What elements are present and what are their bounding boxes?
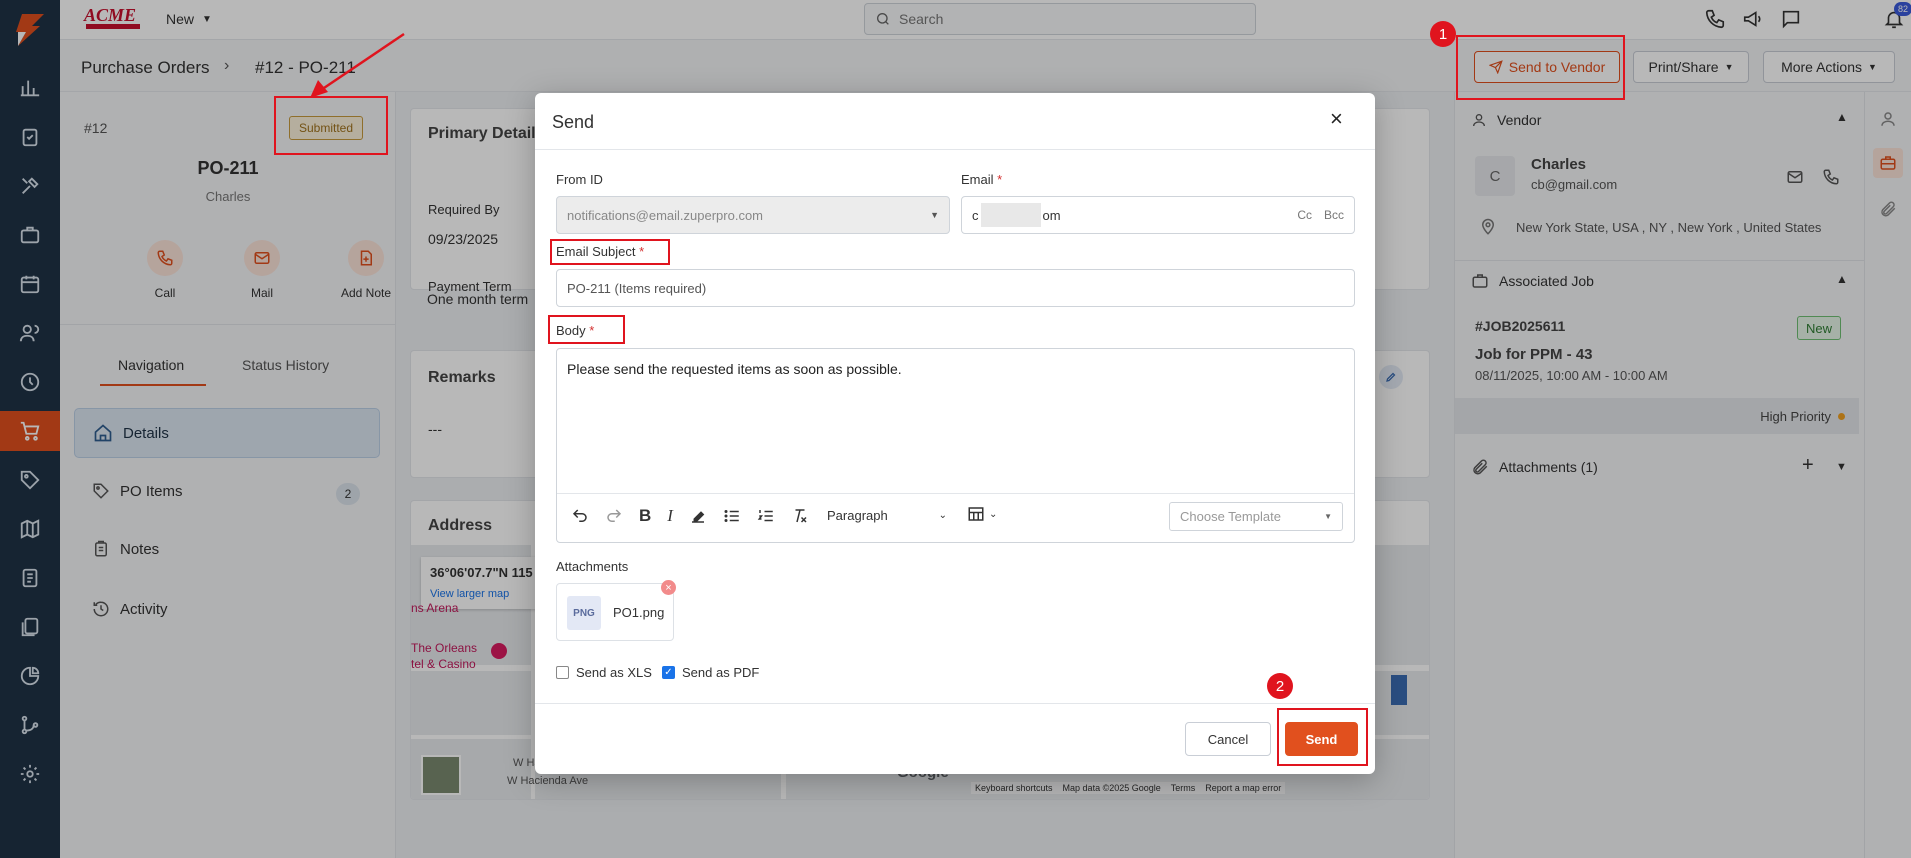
email-value-start: c: [972, 207, 979, 223]
divider: [535, 149, 1375, 150]
from-id-select[interactable]: notifications@email.zuperpro.com ▼: [556, 196, 950, 234]
file-name: PO1.png: [613, 605, 665, 620]
cc-link[interactable]: Cc: [1297, 208, 1312, 222]
divider: [535, 703, 1375, 704]
paragraph-style-value: Paragraph: [827, 507, 888, 523]
email-redaction: [980, 203, 1041, 227]
email-label: Email *: [961, 172, 1003, 187]
annotation-badge: 1: [1430, 21, 1456, 47]
attachments-label: Attachments: [556, 559, 629, 574]
annotation-box-body: [548, 315, 625, 344]
send-as-pdf-label: Send as PDF: [682, 665, 760, 680]
dialog-title: Send: [552, 112, 595, 132]
from-id-label: From ID: [556, 172, 603, 187]
annotation-arrow-icon: [310, 32, 405, 98]
bold-icon[interactable]: B: [639, 506, 651, 526]
cancel-button[interactable]: Cancel: [1185, 722, 1271, 756]
table-icon: [968, 507, 984, 521]
clear-format-icon[interactable]: [791, 507, 809, 525]
annotation-box-send: [1277, 708, 1368, 766]
annotation-box-send-to-vendor: [1456, 35, 1625, 100]
annotation-box-status: [274, 96, 388, 155]
close-icon[interactable]: ×: [1330, 106, 1343, 132]
highlight-icon[interactable]: [689, 507, 707, 525]
divider: [557, 493, 1354, 494]
send-as-pdf-option[interactable]: ✓ Send as PDF: [662, 665, 759, 680]
email-field[interactable]: c om Cc Bcc: [961, 196, 1355, 234]
annotation-badge: 2: [1267, 673, 1293, 699]
attachment-item[interactable]: PNG PO1.png: [556, 583, 674, 641]
send-as-xls-checkbox[interactable]: [556, 666, 569, 679]
from-id-value: notifications@email.zuperpro.com: [567, 207, 764, 223]
body-text[interactable]: Please send the requested items as soon …: [567, 361, 902, 377]
email-label-text: Email: [961, 172, 994, 187]
body-editor[interactable]: Please send the requested items as soon …: [556, 348, 1355, 543]
numbered-list-icon[interactable]: [757, 507, 775, 525]
send-as-pdf-checkbox[interactable]: ✓: [662, 666, 675, 679]
choose-template-select[interactable]: Choose Template ▼: [1169, 502, 1343, 531]
editor-toolbar: B I: [571, 506, 809, 526]
annotation-box-email-subject: [550, 239, 670, 265]
paragraph-style-select[interactable]: Paragraph ⌄: [821, 501, 953, 529]
email-subject-input[interactable]: PO-211 (Items required): [556, 269, 1355, 307]
table-insert-button[interactable]: ⌄: [967, 505, 997, 523]
undo-icon[interactable]: [571, 507, 589, 525]
email-value-end: om: [1042, 207, 1061, 223]
bcc-link[interactable]: Bcc: [1324, 208, 1344, 222]
choose-template-placeholder: Choose Template: [1180, 509, 1281, 524]
chevron-down-icon: ⌄: [938, 509, 947, 521]
italic-icon[interactable]: I: [667, 506, 673, 526]
email-subject-value: PO-211 (Items required): [567, 280, 707, 296]
chevron-down-icon: ▼: [930, 210, 939, 220]
bulleted-list-icon[interactable]: [723, 507, 741, 525]
remove-attachment-icon[interactable]: ×: [661, 580, 676, 595]
send-as-xls-option[interactable]: Send as XLS: [556, 665, 652, 680]
redo-icon[interactable]: [605, 507, 623, 525]
chevron-down-icon: ⌄: [989, 508, 998, 520]
file-type-badge: PNG: [567, 596, 601, 630]
send-dialog: Send × From ID notifications@email.zuper…: [535, 93, 1375, 774]
send-as-xls-label: Send as XLS: [576, 665, 652, 680]
chevron-down-icon: ▼: [1324, 512, 1332, 521]
